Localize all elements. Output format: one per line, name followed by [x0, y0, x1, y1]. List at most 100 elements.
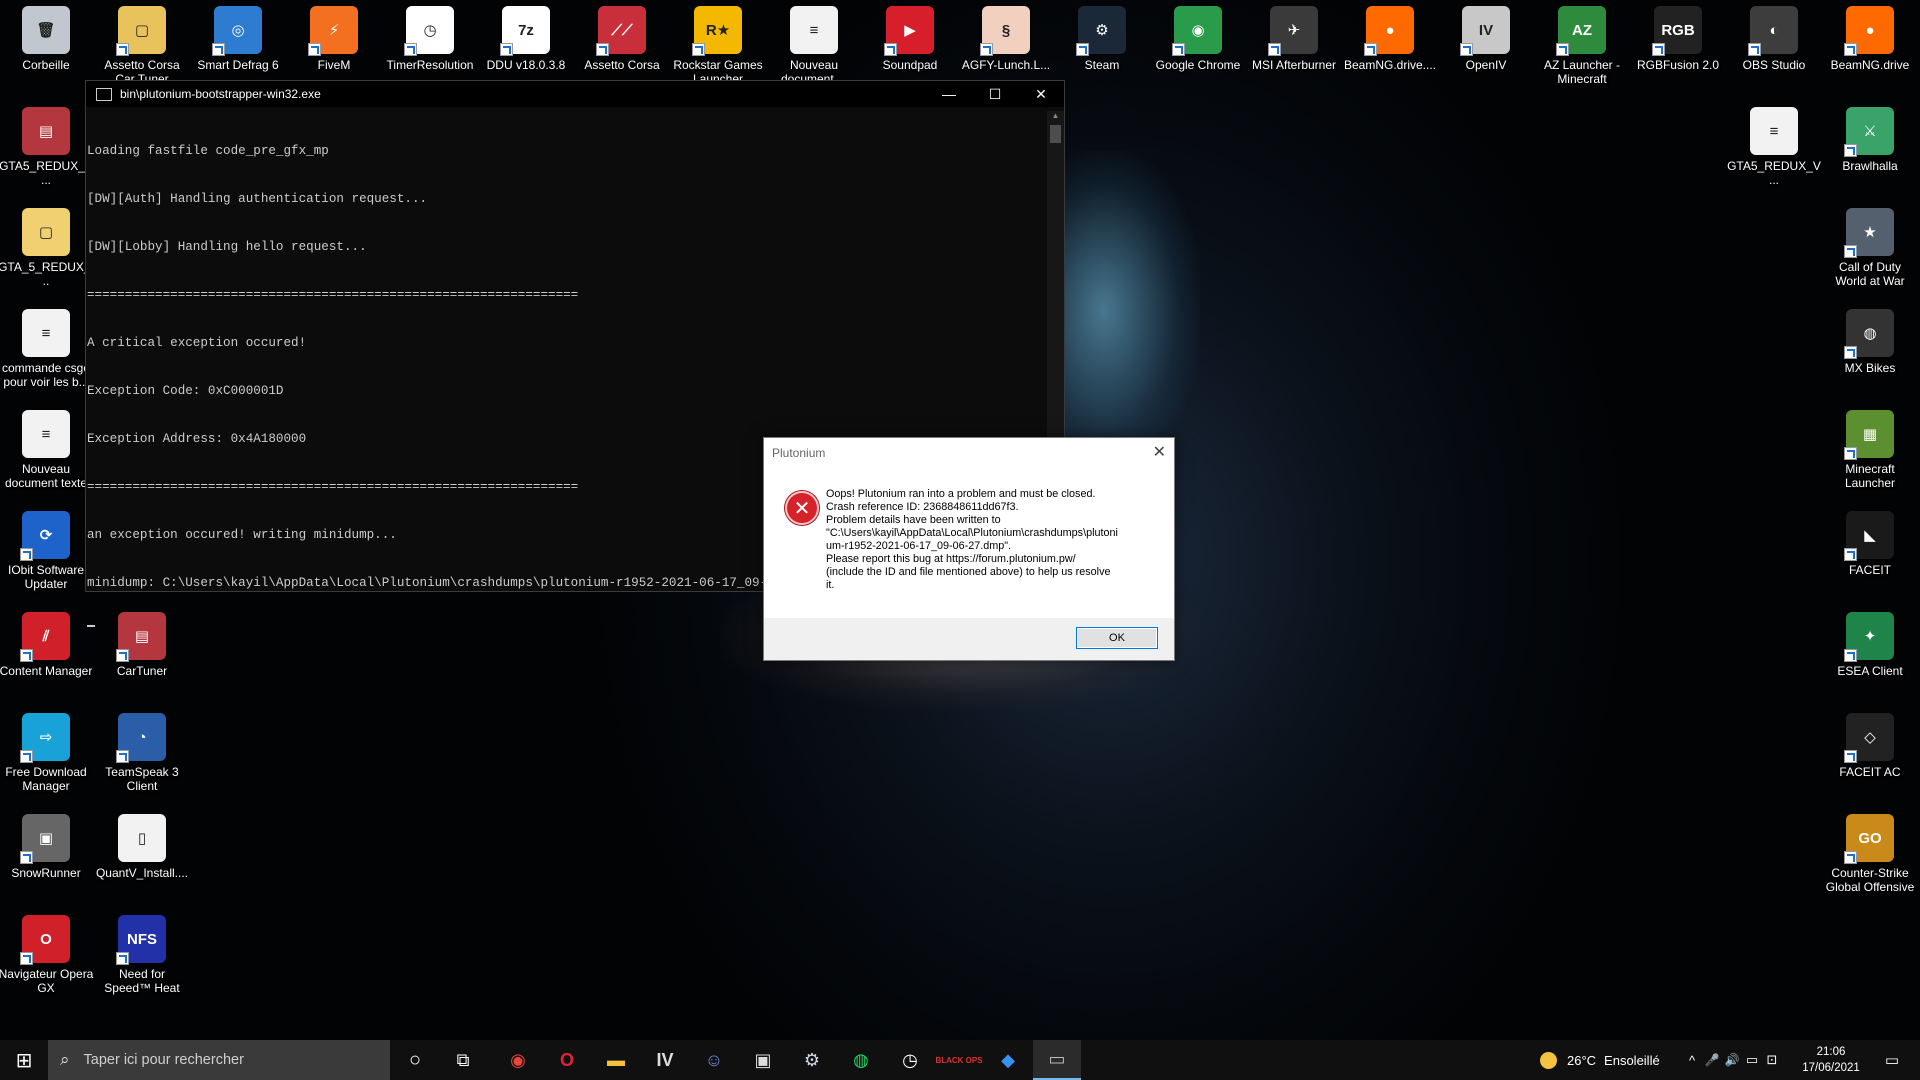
shortcut-arrow-icon: [116, 750, 129, 763]
volume-icon[interactable]: 🔊: [1722, 1053, 1742, 1067]
desktop-icon[interactable]: ▤ GTA5_REDUX_V...: [0, 101, 93, 201]
clock[interactable]: 21:06 17/06/2021: [1796, 1040, 1866, 1080]
start-button[interactable]: ⊞: [0, 1040, 48, 1080]
desktop-icon[interactable]: AZ AZ Launcher - Minecraft: [1536, 0, 1628, 100]
desktop-icon[interactable]: ✈ MSI Afterburner: [1248, 0, 1340, 100]
dialog-close-button[interactable]: ✕: [1153, 438, 1166, 468]
desktop-icon[interactable]: ⇨ Free Download Manager: [0, 707, 92, 807]
desktop-icon[interactable]: ▢ GTA_5_REDUX_...: [0, 202, 94, 302]
desktop-icon[interactable]: ▣ SnowRunner: [0, 808, 92, 908]
desktop-icon[interactable]: ✦ ESEA Client: [1824, 606, 1916, 706]
taskbar-plutonium-launcher-icon[interactable]: ◆: [984, 1040, 1032, 1080]
desktop-icon[interactable]: ≡ commande csgo pour voir les b...: [0, 303, 92, 403]
desktop-icon[interactable]: ★ Call of Duty World at War: [1824, 202, 1916, 302]
minimize-button[interactable]: —: [926, 81, 972, 107]
desktop-icon-label: Brawlhalla: [1842, 159, 1898, 173]
shortcut-arrow-icon: [20, 548, 33, 561]
taskbar-discord-icon[interactable]: ☺: [690, 1040, 738, 1080]
task-view-icon[interactable]: ⧉: [443, 1040, 483, 1080]
taskbar-timer-resolution-icon[interactable]: ◷: [886, 1040, 934, 1080]
desktop-icon[interactable]: ◇ FACEIT AC: [1824, 707, 1916, 807]
desktop-icon-label: Counter-Strike Global Offensive: [1825, 866, 1915, 894]
console-line: [DW][Lobby] Handling hello request...: [87, 240, 367, 254]
desktop-icon[interactable]: 🗑 Corbeille: [0, 0, 92, 100]
search-box[interactable]: ⌕ Taper ici pour rechercher: [48, 1040, 390, 1080]
device-icon[interactable]: ⊡: [1762, 1052, 1782, 1068]
desktop-icon-label: IObit Software Updater: [7, 563, 85, 591]
desktop-icon-label: QuantV_Install....: [95, 866, 189, 880]
shortcut-arrow-icon: [1844, 851, 1857, 864]
taskbar-spotify-icon[interactable]: ◍: [837, 1040, 885, 1080]
desktop-icon[interactable]: ⫽ Content Manager: [0, 606, 92, 706]
desktop-icon[interactable]: ≡ Nouveau document texte: [0, 404, 92, 504]
search-icon: ⌕: [60, 1050, 70, 1069]
desktop-icon[interactable]: RGB RGBFusion 2.0: [1632, 0, 1724, 100]
taskbar-microsoft-store-icon[interactable]: ▣: [739, 1040, 787, 1080]
message-line: (include the ID and file mentioned above…: [826, 566, 1111, 578]
scrollbar-thumb[interactable]: [1050, 125, 1061, 143]
scroll-up-icon[interactable]: ▲: [1047, 111, 1064, 120]
desktop-icon[interactable]: ▦ Minecraft Launcher: [1824, 404, 1916, 504]
network-icon[interactable]: ▭: [1742, 1052, 1762, 1068]
weather-widget[interactable]: 26°C Ensoleillé: [1540, 1040, 1660, 1080]
desktop-icon-label: FACEIT AC: [1839, 765, 1901, 779]
cortana-icon[interactable]: ○: [395, 1040, 435, 1080]
app-icon: AZ: [1556, 6, 1606, 56]
desktop-icon[interactable]: ◍ MX Bikes: [1824, 303, 1916, 403]
desktop-icon[interactable]: ◣ FACEIT: [1824, 505, 1916, 605]
desktop-icon[interactable]: ⚙ Steam: [1056, 0, 1148, 100]
message-line: Oops! Plutonium ran into a problem and m…: [826, 488, 1096, 500]
desktop-icon[interactable]: ◉ Google Chrome: [1152, 0, 1244, 100]
desktop-icon[interactable]: ▯ QuantV_Install....: [96, 808, 188, 908]
app-icon: ◣: [1844, 511, 1894, 561]
desktop-icon[interactable]: O Navigateur Opera GX: [0, 909, 93, 1009]
microphone-icon[interactable]: 🎤: [1702, 1053, 1722, 1067]
message-line: Crash reference ID: 2368848611dd67f3.: [826, 501, 1019, 513]
tray-overflow-icon[interactable]: ^: [1682, 1053, 1702, 1068]
desktop-icon[interactable]: ≡ GTA5_REDUX_V...: [1727, 101, 1821, 201]
taskbar-file-explorer-icon[interactable]: ▬: [592, 1040, 640, 1080]
dialog-body: ✕ Oops! Plutonium ran into a problem and…: [764, 468, 1174, 618]
app-icon: NFS: [116, 915, 166, 965]
app-icon: ⇨: [20, 713, 70, 763]
desktop-icon-label: GTA5_REDUX_V...: [0, 159, 93, 187]
shortcut-arrow-icon: [1844, 245, 1857, 258]
notification-icon[interactable]: ▭: [1872, 1040, 1912, 1080]
desktop-icon[interactable]: NFS Need for Speed™ Heat: [96, 909, 188, 1009]
taskbar-openiv-icon[interactable]: IV: [641, 1040, 689, 1080]
console-titlebar[interactable]: bin\plutonium-bootstrapper-win32.exe — ☐…: [86, 81, 1064, 107]
dialog-message: Oops! Plutonium ran into a problem and m…: [826, 488, 1142, 592]
shortcut-arrow-icon: [20, 851, 33, 864]
maximize-button[interactable]: ☐: [972, 81, 1018, 107]
desktop-icon[interactable]: ⟳ IObit Software Updater: [0, 505, 92, 605]
desktop-icon[interactable]: ● BeamNG.drive....: [1344, 0, 1436, 100]
taskbar-opera-gx-icon[interactable]: O: [543, 1040, 591, 1080]
app-icon: ✈: [1268, 6, 1318, 56]
desktop-icon[interactable]: ◔ TeamSpeak 3 Client: [96, 707, 188, 807]
desktop-icon[interactable]: ● BeamNG.drive: [1824, 0, 1916, 100]
error-dialog[interactable]: Plutonium ✕ ✕ Oops! Plutonium ran into a…: [763, 437, 1175, 661]
desktop-icon-label: Smart Defrag 6: [197, 58, 279, 72]
desktop-icon[interactable]: ◐ OBS Studio: [1728, 0, 1820, 100]
shortcut-arrow-icon: [1844, 43, 1857, 56]
shortcut-arrow-icon: [116, 952, 129, 965]
desktop-icon[interactable]: GO Counter-Strike Global Offensive: [1824, 808, 1916, 908]
shortcut-arrow-icon: [212, 43, 225, 56]
desktop-icon-label: AZ Launcher - Minecraft: [1543, 58, 1621, 86]
desktop-icon[interactable]: IV OpenIV: [1440, 0, 1532, 100]
search-placeholder: Taper ici pour rechercher: [83, 1052, 244, 1068]
dialog-titlebar[interactable]: Plutonium ✕: [764, 438, 1174, 468]
taskbar-black-ops-icon[interactable]: BLACK OPS: [935, 1040, 983, 1080]
app-icon: ◐: [1748, 6, 1798, 56]
taskbar-steam-icon[interactable]: ⚙: [788, 1040, 836, 1080]
app-icon: ◉: [1172, 6, 1222, 56]
desktop-icon-label: Need for Speed™ Heat: [104, 967, 180, 995]
shortcut-arrow-icon: [1748, 43, 1761, 56]
desktop-icon[interactable]: ⚔ Brawlhalla: [1824, 101, 1916, 201]
close-button[interactable]: ✕: [1018, 81, 1064, 107]
taskbar-chrome-icon[interactable]: ◉: [494, 1040, 542, 1080]
shortcut-arrow-icon: [1556, 43, 1569, 56]
taskbar-console-window-icon[interactable]: ▭: [1033, 1040, 1081, 1080]
shortcut-arrow-icon: [1076, 43, 1089, 56]
ok-button[interactable]: OK: [1076, 627, 1158, 649]
